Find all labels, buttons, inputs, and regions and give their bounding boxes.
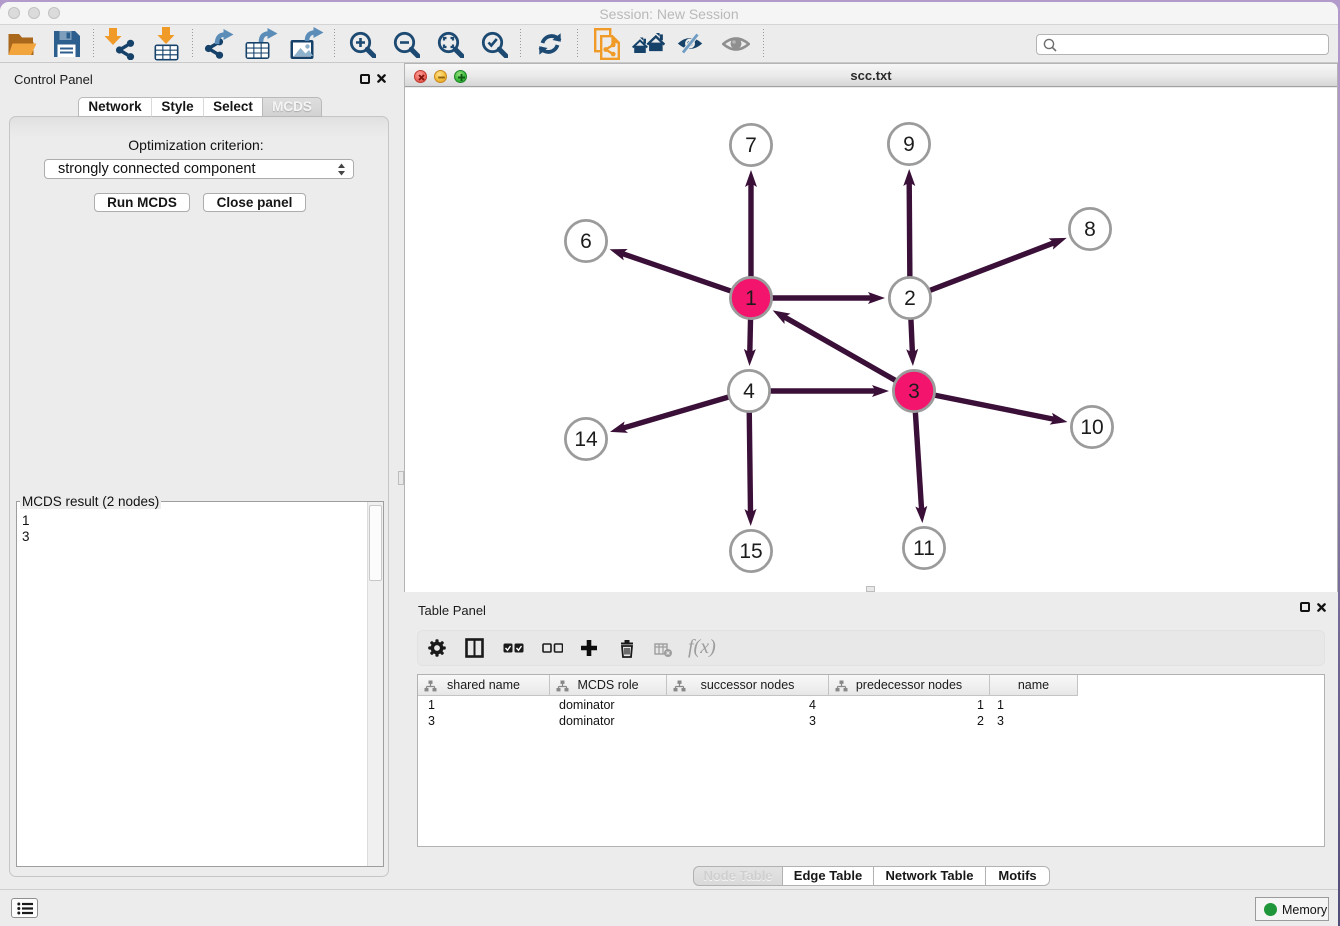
svg-text:14: 14	[574, 428, 598, 451]
svg-text:11: 11	[913, 537, 935, 560]
svg-text:3: 3	[908, 380, 920, 403]
svg-text:6: 6	[580, 230, 592, 253]
svg-text:7: 7	[745, 134, 757, 157]
svg-text:10: 10	[1080, 416, 1103, 439]
svg-text:15: 15	[739, 540, 762, 563]
svg-text:2: 2	[904, 287, 916, 310]
svg-text:9: 9	[903, 133, 915, 156]
svg-text:1: 1	[745, 287, 757, 310]
svg-text:4: 4	[743, 380, 755, 403]
svg-text:8: 8	[1084, 218, 1096, 241]
